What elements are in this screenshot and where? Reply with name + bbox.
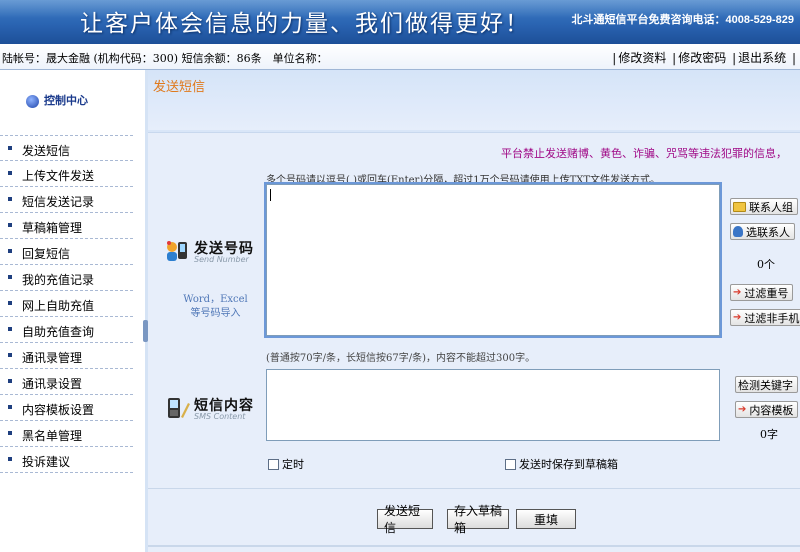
arrow-right-icon: ➔ [733, 287, 742, 298]
sidebar-item-complaints[interactable]: 投诉建议 [0, 447, 133, 473]
edit-profile-link[interactable]: 修改资料 [618, 51, 666, 65]
arrow-right-icon: ➔ [733, 312, 742, 323]
form-divider [148, 488, 800, 489]
bullet-icon [8, 223, 12, 227]
text-caret [270, 189, 271, 201]
bullet-icon [8, 301, 12, 305]
bullet-icon [8, 431, 12, 435]
word-excel-import-link[interactable]: Word，Excel 等号码导入 [178, 293, 253, 321]
recipient-count: 0个 [757, 258, 775, 271]
contacts-phone-icon [167, 241, 187, 261]
change-password-link[interactable]: 修改密码 [678, 51, 726, 65]
contact-group-button[interactable]: 联系人组 [730, 198, 798, 215]
sidebar-item-label: 网上自助充值 [22, 299, 95, 313]
account-links: | 修改资料 | 修改密码 | 退出系统 | [612, 51, 796, 65]
sidebar-item-label: 上传文件发送 [22, 169, 95, 183]
sidebar-item-label: 投诉建议 [22, 455, 71, 469]
send-sms-button[interactable]: 发送短信 [377, 504, 433, 535]
sidebar-item-replies[interactable]: 回复短信 [0, 239, 133, 265]
bullet-icon [8, 457, 12, 461]
sidebar-item-recharge-query[interactable]: 自助充值查询 [0, 317, 133, 343]
content-template-label: 内容模板 [749, 403, 794, 417]
save-draft-label: 发送时保存到草稿箱 [519, 458, 618, 471]
control-center-link[interactable]: 控制中心 [26, 92, 88, 108]
reset-button[interactable]: 重填 [516, 509, 576, 529]
main-header: 发送短信 [148, 70, 800, 130]
scheduled-checkbox[interactable] [268, 458, 279, 470]
sidebar-item-label: 自助充值查询 [22, 325, 95, 339]
send-sms-form: 平台禁止发送赌博、黄色、诈骗、咒骂等违法犯罪的信息， 多个号码请以逗号(,)或回… [148, 132, 800, 552]
send-number-label: 发送号码 Send Number [164, 238, 264, 268]
contact-group-label: 联系人组 [749, 200, 793, 214]
sidebar-item-send-sms[interactable]: 发送短信 [0, 135, 133, 161]
sidebar-item-label: 通讯录设置 [22, 377, 83, 391]
filter-duplicate-label: 过滤重号 [744, 286, 789, 300]
scheduled-label: 定时 [282, 458, 304, 471]
check-keywords-label: 检测关键字 [738, 378, 793, 392]
sidebar-item-label: 短信发送记录 [22, 195, 95, 209]
folder-icon [733, 201, 746, 212]
bullet-icon [8, 146, 12, 150]
main-panel: 发送短信 平台禁止发送赌博、黄色、诈骗、咒骂等违法犯罪的信息， 多个号码请以逗号… [148, 70, 800, 552]
content-template-button[interactable]: ➔ 内容模板 [735, 401, 799, 418]
sidebar-item-templates[interactable]: 内容模板设置 [0, 395, 133, 421]
globe-icon [26, 94, 39, 108]
sidebar: 控制中心 发送短信 上传文件发送 短信发送记录 草稿箱管理 回复短信 我的充值记… [0, 70, 145, 552]
sidebar-item-contacts[interactable]: 通讯录管理 [0, 343, 133, 369]
sidebar-item-label: 回复短信 [22, 247, 71, 261]
prohibited-content-notice: 平台禁止发送赌博、黄色、诈骗、咒骂等违法犯罪的信息， [501, 147, 787, 160]
sidebar-item-label: 发送短信 [22, 144, 71, 158]
sidebar-item-drafts[interactable]: 草稿箱管理 [0, 213, 133, 239]
logout-link[interactable]: 退出系统 [738, 51, 786, 65]
char-count: 0字 [760, 428, 778, 441]
filter-non-mobile-label: 过滤非手机 [744, 311, 800, 325]
select-contact-label: 选联系人 [746, 225, 790, 239]
sidebar-item-label: 通讯录管理 [22, 351, 83, 365]
check-keywords-button[interactable]: 检测关键字 [735, 376, 798, 393]
account-bar: 陆帐号：晟大金融 (机构代码：300) 短信余额：86条 单位名称： | 修改资料… [0, 44, 800, 70]
page-title: 发送短信 [153, 80, 206, 95]
sidebar-item-send-records[interactable]: 短信发送记录 [0, 187, 133, 213]
bullet-icon [8, 353, 12, 357]
footer-divider [148, 545, 800, 547]
sidebar-item-upload-file-send[interactable]: 上传文件发送 [0, 161, 133, 187]
scheduled-option[interactable]: 定时 [268, 456, 304, 472]
bullet-icon [8, 405, 12, 409]
sidebar-item-label: 内容模板设置 [22, 403, 95, 417]
save-draft-button[interactable]: 存入草稿箱 [447, 504, 509, 535]
send-number-subtitle: Send Number [194, 255, 249, 264]
nav-list: 发送短信 上传文件发送 短信发送记录 草稿箱管理 回复短信 我的充值记录 网上自… [0, 135, 133, 473]
sidebar-item-online-recharge[interactable]: 网上自助充值 [0, 291, 133, 317]
recipients-input[interactable] [266, 184, 720, 336]
sidebar-item-label: 我的充值记录 [22, 273, 95, 287]
sidebar-item-label: 黑名单管理 [22, 429, 83, 443]
bullet-icon [8, 327, 12, 331]
sms-content-subtitle: SMS Content [194, 412, 246, 421]
filter-duplicate-button[interactable]: ➔ 过滤重号 [730, 284, 794, 301]
sidebar-item-label: 草稿箱管理 [22, 221, 83, 235]
sidebar-item-blacklist[interactable]: 黑名单管理 [0, 421, 133, 447]
sms-content-input[interactable] [266, 369, 720, 441]
length-hint: (普通按70字/条，长短信按67字/条)，内容不能超过300字。 [266, 353, 536, 364]
bullet-icon [8, 275, 12, 279]
top-banner: 让客户体会信息的力量、我们做得更好！ 北斗通短信平台免费咨询电话：4008-52… [0, 0, 800, 44]
arrow-right-icon: ➔ [738, 404, 747, 415]
save-draft-on-send-option[interactable]: 发送时保存到草稿箱 [505, 456, 618, 472]
user-icon [733, 226, 743, 237]
select-contact-button[interactable]: 选联系人 [730, 223, 795, 240]
control-center-label: 控制中心 [44, 94, 88, 107]
filter-non-mobile-button[interactable]: ➔ 过滤非手机 [730, 309, 800, 326]
bullet-icon [8, 379, 12, 383]
bullet-icon [8, 249, 12, 253]
sidebar-item-contacts-settings[interactable]: 通讯录设置 [0, 369, 133, 395]
sidebar-item-recharge-records[interactable]: 我的充值记录 [0, 265, 133, 291]
bullet-icon [8, 197, 12, 201]
banner-slogan: 让客户体会信息的力量、我们做得更好！ [80, 11, 530, 37]
bullet-icon [8, 171, 12, 175]
phone-pen-icon [168, 398, 190, 418]
save-draft-checkbox[interactable] [505, 458, 516, 470]
banner-hotline: 北斗通短信平台免费咨询电话：4008-529-829 [571, 14, 794, 26]
account-info: 陆帐号：晟大金融 (机构代码：300) 短信余额：86条 单位名称： [2, 52, 328, 65]
sms-content-label: 短信内容 SMS Content [164, 395, 264, 425]
